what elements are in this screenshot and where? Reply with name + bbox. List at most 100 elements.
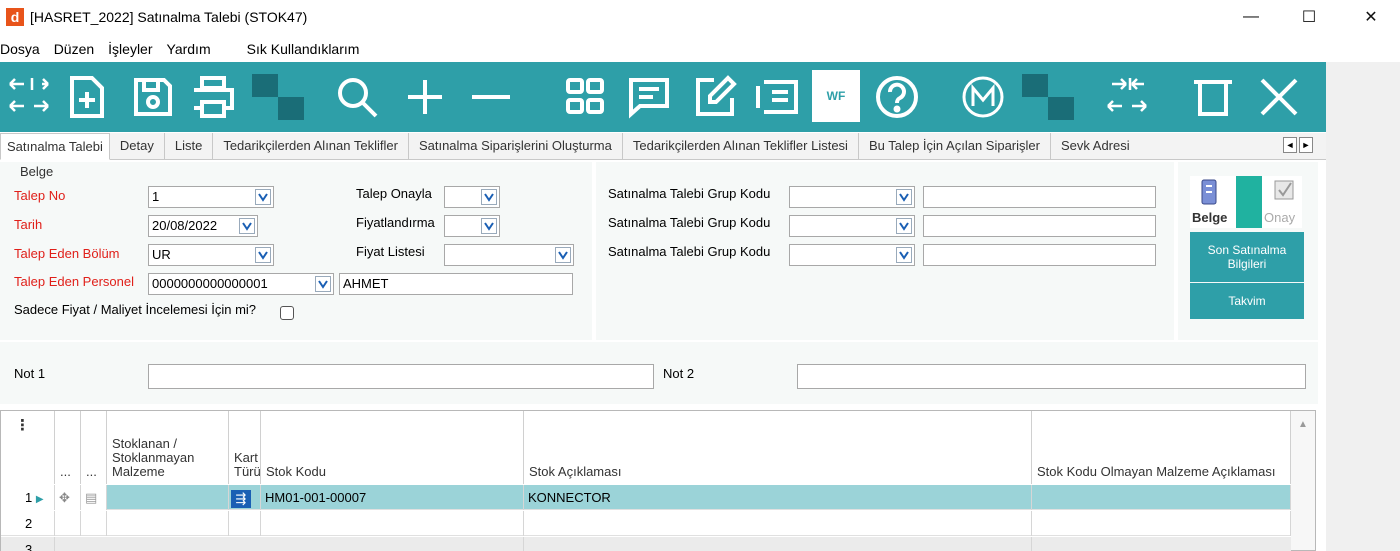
chevron-down-icon[interactable] <box>896 247 912 263</box>
grup-kodu-field-2[interactable] <box>789 215 915 237</box>
table-row[interactable]: 2 <box>1 511 1291 536</box>
app-icon: d <box>6 8 24 26</box>
close-window-button[interactable]: ✕ <box>1348 0 1394 34</box>
stok-aciklamasi-cell[interactable] <box>524 537 1032 551</box>
tab-liste[interactable]: Liste <box>165 133 214 160</box>
menu-dosya[interactable]: Dosya <box>0 41 40 57</box>
chevron-down-icon[interactable] <box>481 218 497 234</box>
grid-header-stoklanan[interactable]: Stoklanan / Stoklanmayan Malzeme <box>107 411 229 484</box>
not2-input[interactable] <box>797 364 1306 389</box>
help-icon[interactable] <box>872 72 922 122</box>
row-cell[interactable] <box>107 511 229 536</box>
personel-field[interactable]: 0000000000000001 <box>148 273 334 295</box>
search-icon[interactable] <box>332 72 382 122</box>
remove-icon[interactable] <box>466 72 516 122</box>
row-cell[interactable] <box>229 511 261 536</box>
save-icon[interactable] <box>128 72 178 122</box>
clipboard-icon[interactable]: ▤ <box>81 485 107 510</box>
tab-sevk-adresi[interactable]: Sevk Adresi <box>1051 133 1140 160</box>
tab-siparis-olusturma[interactable]: Satınalma Siparişlerini Oluşturma <box>409 133 623 160</box>
comment-icon[interactable] <box>624 72 674 122</box>
fiyat-checkbox[interactable] <box>280 306 294 320</box>
tab-detay[interactable]: Detay <box>110 133 165 160</box>
close-icon[interactable] <box>1254 72 1304 122</box>
new-document-icon[interactable] <box>62 72 112 122</box>
menu-sik-kullandiklarim[interactable]: Sık Kullandıklarım <box>247 41 360 57</box>
grup-kodu-desc-3[interactable] <box>923 244 1156 266</box>
talep-no-field[interactable]: 1 <box>148 186 274 208</box>
menu-duzen[interactable]: Düzen <box>54 41 94 57</box>
chevron-down-icon[interactable] <box>315 276 331 292</box>
personel-name-field[interactable]: AHMET <box>339 273 573 295</box>
onayla-field[interactable] <box>444 186 500 208</box>
tab-acilan-siparisler[interactable]: Bu Talep İçin Açılan Siparişler <box>859 133 1051 160</box>
chevron-down-icon[interactable] <box>896 218 912 234</box>
tab-scroll-left-icon[interactable]: ◄ <box>1283 137 1297 153</box>
grid-header-stok-kodu-olmayan[interactable]: Stok Kodu Olmayan Malzeme Açıklaması <box>1032 411 1291 484</box>
grid-header-stok-kodu[interactable]: Stok Kodu <box>261 411 524 484</box>
fiyat-listesi-field[interactable] <box>444 244 574 266</box>
stoklanan-cell[interactable] <box>107 485 229 510</box>
expand-arrows-icon[interactable] <box>4 72 54 122</box>
menu-isleyler[interactable]: İşleyler <box>108 41 152 57</box>
tab-satinalma-talebi[interactable]: Satınalma Talebi <box>0 133 110 160</box>
table-row[interactable]: 1 ▶ ✥ ▤ ⇶ HM01-001-00007 KONNECTOR <box>1 485 1291 510</box>
kart-turu-cell[interactable]: ⇶ <box>229 485 261 510</box>
header-kart-turu-text: Kart Türü <box>234 450 261 479</box>
personel-label: Talep Eden Personel <box>14 274 134 289</box>
not1-input[interactable] <box>148 364 654 389</box>
grup-kodu-desc-2[interactable] <box>923 215 1156 237</box>
takvim-button[interactable]: Takvim <box>1190 283 1304 319</box>
grid-menu-header[interactable]: ⋮ <box>1 411 55 484</box>
chevron-down-icon[interactable] <box>255 189 271 205</box>
tab-teklifler[interactable]: Tedarikçilerden Alınan Teklifler <box>213 133 409 160</box>
delete-icon[interactable] <box>1188 72 1238 122</box>
table-row[interactable]: 3 <box>1 537 1291 551</box>
row-cell[interactable] <box>55 511 81 536</box>
chevron-down-icon[interactable] <box>239 218 255 234</box>
minimize-button[interactable]: — <box>1228 0 1274 34</box>
stok-kodu-cell[interactable]: HM01-001-00007 <box>261 485 524 510</box>
grup-kodu-desc-1[interactable] <box>923 186 1156 208</box>
bolum-field[interactable]: UR <box>148 244 274 266</box>
stok-aciklamasi-cell[interactable]: KONNECTOR <box>524 485 1032 510</box>
fiyatlandirma-field[interactable] <box>444 215 500 237</box>
row-cell[interactable] <box>1032 511 1291 536</box>
stok-kodu-cell[interactable] <box>261 537 524 551</box>
row-pointer-icon: ▶ <box>35 494 44 505</box>
onay-icon[interactable] <box>1272 178 1298 202</box>
grid-scrollbar[interactable]: ▲ <box>1291 411 1315 550</box>
print-icon[interactable] <box>188 72 238 122</box>
list-icon[interactable] <box>752 72 802 122</box>
header-stoklanan-text: Stoklanan / Stoklanmayan Malzeme <box>112 436 195 479</box>
chevron-down-icon[interactable] <box>481 189 497 205</box>
grid-header-stok-aciklamasi[interactable]: Stok Açıklaması <box>524 411 1032 484</box>
grid-header-kart-turu[interactable]: Kart Türü <box>229 411 261 484</box>
add-icon[interactable] <box>400 72 450 122</box>
scroll-up-icon[interactable]: ▲ <box>1291 419 1315 430</box>
belge-icon[interactable] <box>1194 178 1224 206</box>
edit-icon[interactable] <box>690 72 740 122</box>
chevron-down-icon[interactable] <box>555 247 571 263</box>
grup-kodu-field-3[interactable] <box>789 244 915 266</box>
header-stok-aciklamasi-text: Stok Açıklaması <box>529 464 622 479</box>
maximize-button[interactable]: ☐ <box>1286 0 1332 34</box>
move-icon[interactable]: ✥ <box>55 485 81 510</box>
tarih-field[interactable]: 20/08/2022 <box>148 215 258 237</box>
tab-teklifler-listesi[interactable]: Tedarikçilerden Alınan Teklifler Listesi <box>623 133 859 160</box>
stok-kodu-cell[interactable] <box>261 511 524 536</box>
grid-menu-icon[interactable]: ⋮ <box>15 418 30 433</box>
m-icon[interactable] <box>958 72 1008 122</box>
grid-icon[interactable] <box>560 72 610 122</box>
menu-yardim[interactable]: Yardım <box>167 41 211 57</box>
tab-scroll-right-icon[interactable]: ► <box>1299 137 1313 153</box>
collapse-arrows-icon[interactable] <box>1102 72 1152 122</box>
stok-aciklamasi-cell[interactable] <box>524 511 1032 536</box>
chevron-down-icon[interactable] <box>896 189 912 205</box>
row-cell[interactable] <box>81 511 107 536</box>
workflow-icon[interactable]: WF <box>812 70 860 122</box>
chevron-down-icon[interactable] <box>255 247 271 263</box>
grup-kodu-field-1[interactable] <box>789 186 915 208</box>
stok-kodu-olmayan-cell[interactable] <box>1032 485 1291 510</box>
son-satinalma-button[interactable]: Son Satınalma Bilgileri <box>1190 232 1304 282</box>
